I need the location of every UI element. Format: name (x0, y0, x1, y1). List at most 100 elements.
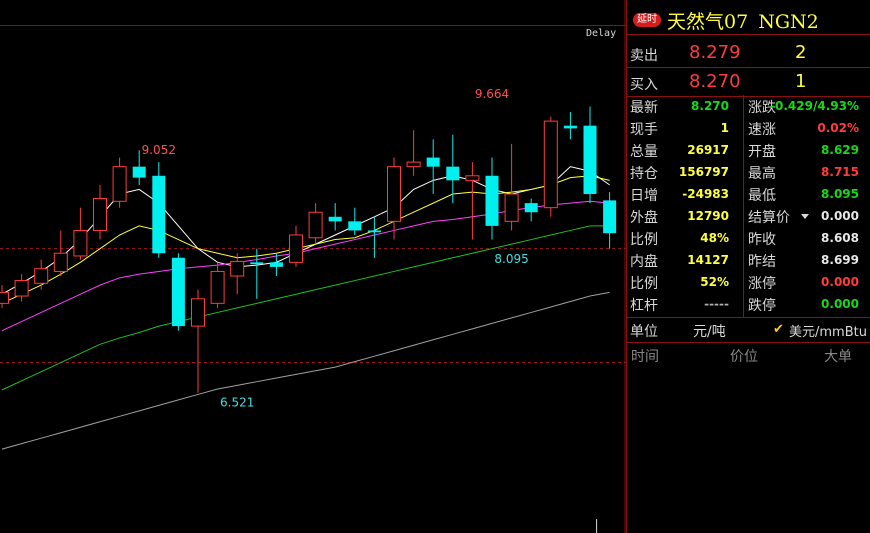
moving-average-line (1, 291, 610, 450)
candle-body (152, 175, 166, 254)
ticks-header-price: 价位 (730, 349, 758, 365)
quote-row: 总量 26917 开盘 8.629 (627, 139, 870, 161)
instrument-title: 天然气07 NGN2 (667, 8, 819, 36)
candle-body (583, 125, 597, 194)
delay-badge: 延时 (633, 13, 661, 27)
quote-label: 昨收 (748, 232, 776, 248)
quote-value: 8.715 (821, 165, 859, 179)
quote-grid: 最新 8.270 涨跌 -0.429/4.93% 现手 1 速涨 0.02% 总量 26917 开盘… (627, 95, 870, 315)
candle-body (603, 200, 617, 234)
candle-body (446, 166, 460, 181)
candle-body (269, 262, 283, 267)
candle-body (289, 234, 303, 263)
quote-row: 杠杆 ----- 跌停 0.000 (627, 293, 870, 315)
quote-value: 156797 (678, 165, 729, 179)
unit-label: 单位 (630, 324, 658, 340)
quote-value: -0.429/4.93% (770, 99, 859, 113)
quote-value: 8.699 (821, 253, 859, 267)
candle-body (93, 198, 107, 231)
candle-body (250, 262, 264, 265)
quote-label: 最高 (748, 166, 776, 182)
candle-body (524, 203, 538, 213)
quote-panel: 延时 天然气07 NGN2 卖出 8.279 2 买入 8.270 1 最新 8.2… (626, 0, 870, 533)
quote-row: 外盘 12790 结算价 0.000 (627, 205, 870, 227)
unit-option-cny[interactable]: 元/吨 (693, 321, 726, 341)
quote-label: 杠杆 (630, 298, 658, 314)
quote-label: 跌停 (748, 298, 776, 314)
quote-value: 8.095 (821, 187, 859, 201)
quote-label: 持仓 (630, 166, 658, 182)
candle-body (504, 193, 519, 222)
quote-value: 0.000 (821, 297, 859, 311)
candle-body (406, 161, 421, 168)
quote-value: 14127 (687, 253, 729, 267)
quote-label: 速涨 (748, 122, 776, 138)
candle-body (426, 157, 440, 167)
quote-value: ----- (704, 297, 729, 311)
quote-label: 总量 (630, 144, 658, 160)
ask-label: 卖出 (630, 48, 658, 64)
quote-row: 日增 -24983 最低 8.095 (627, 183, 870, 205)
quote-label: 涨停 (748, 276, 776, 292)
candle-body (132, 166, 146, 178)
quote-label: 比例 (630, 232, 658, 248)
caret-down-icon[interactable] (801, 214, 809, 219)
quote-value: 48% (700, 231, 729, 245)
candle-body (230, 260, 245, 277)
quote-value: 0.000 (821, 275, 859, 289)
candle-body (14, 280, 29, 297)
price-annotation: 8.095 (494, 252, 528, 266)
quote-value: 0.02% (817, 121, 859, 135)
candle-body (465, 175, 480, 181)
title-bar: 延时 天然气07 NGN2 (627, 8, 870, 35)
candle-body (328, 216, 342, 222)
delay-label: Delay (586, 28, 617, 39)
quote-label: 现手 (630, 122, 658, 138)
unit-option-usd[interactable]: 美元/mmBtu (789, 321, 867, 340)
ask-volume: 2 (795, 42, 807, 63)
unit-row: 单位 元/吨 ✔ 美元/mmBtu (627, 317, 870, 343)
quote-label: 外盘 (630, 210, 658, 226)
quote-value: 0.000 (821, 209, 859, 223)
quote-row: 持仓 156797 最高 8.715 (627, 161, 870, 183)
quote-label: 最新 (630, 100, 658, 116)
candle-body (210, 270, 225, 304)
candle-body (543, 120, 558, 209)
candle-body (308, 211, 323, 239)
candle-body (0, 291, 9, 304)
candle-body (387, 166, 401, 222)
quote-label: 日增 (630, 188, 658, 204)
candlestick-chart[interactable]: 9.052 9.664 6.521 8.095 (0, 0, 626, 533)
ask-row: 卖出 8.279 2 (627, 39, 870, 68)
quote-label: 内盘 (630, 254, 658, 270)
candle-body (34, 268, 49, 284)
quote-value: 8.270 (691, 99, 729, 113)
quote-label: 结算价 (748, 210, 790, 226)
quote-value: 12790 (687, 209, 729, 223)
quote-row: 内盘 14127 昨结 8.699 (627, 249, 870, 271)
quote-row: 现手 1 速涨 0.02% (627, 117, 870, 139)
candle-body (485, 175, 499, 226)
candle-body (112, 166, 127, 202)
candle-body (191, 298, 205, 327)
candle-body (367, 230, 381, 233)
quote-label: 最低 (748, 188, 776, 204)
candle-body (73, 229, 88, 257)
quote-value: 26917 (687, 143, 729, 157)
candle-body (171, 257, 185, 327)
bid-volume: 1 (795, 71, 807, 92)
price-annotation: 9.052 (142, 143, 176, 157)
quote-value: 1 (720, 121, 729, 135)
instrument-name: 天然气07 (667, 11, 749, 33)
quote-label: 昨结 (748, 254, 776, 270)
quote-value: -24983 (682, 187, 729, 201)
ticks-header-big: 大单 (824, 349, 852, 365)
price-annotation: 9.664 (475, 87, 509, 101)
candle-body (348, 221, 362, 231)
ask-price: 8.279 (689, 42, 741, 63)
bid-row: 买入 8.270 1 (627, 68, 870, 97)
quote-value: 8.608 (821, 231, 859, 245)
quote-row: 比例 48% 昨收 8.608 (627, 227, 870, 249)
quote-row: 比例 52% 涨停 0.000 (627, 271, 870, 293)
candle-body (53, 252, 68, 272)
